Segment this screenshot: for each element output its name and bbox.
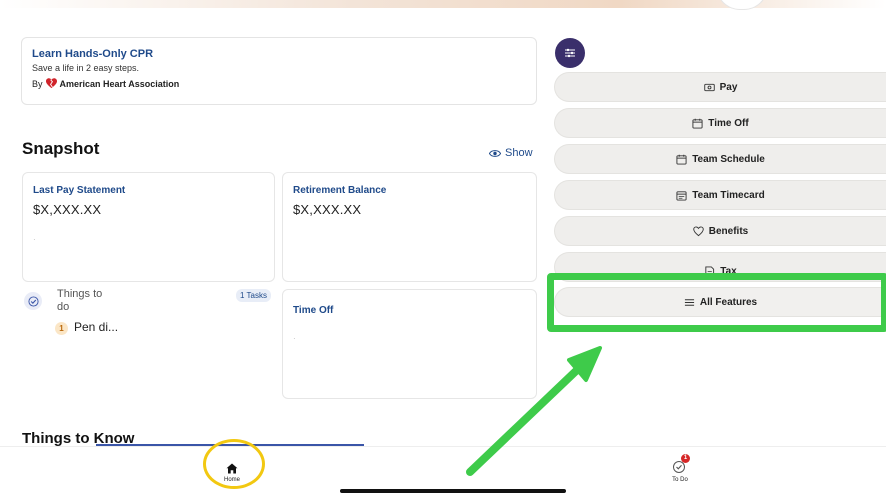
- time-off-label: Time Off: [293, 305, 334, 316]
- tile-placeholder-mark: ·: [293, 334, 296, 343]
- nav-todo-label: To Do: [672, 476, 688, 483]
- menu-item-label: Team Schedule: [692, 153, 765, 165]
- aha-heart-icon: [45, 78, 57, 89]
- promo-subtitle: Save a life in 2 easy steps.: [32, 63, 140, 73]
- checkmark-icon: [24, 292, 42, 310]
- menu-item-label: Tax: [720, 265, 737, 277]
- menu-item-team-schedule[interactable]: Team Schedule: [554, 144, 886, 174]
- home-indicator-bar: [340, 489, 566, 493]
- task-item-text[interactable]: Pen di...: [74, 320, 134, 335]
- bottom-nav: Home 1 To Do: [0, 446, 886, 494]
- retirement-tile[interactable]: Retirement Balance $X,XXX.XX: [282, 172, 537, 282]
- menu-collapse-button[interactable]: [555, 38, 585, 68]
- calendar-icon: [692, 118, 703, 129]
- retirement-value: $X,XXX.XX: [293, 202, 362, 217]
- retirement-label: Retirement Balance: [293, 185, 387, 196]
- eye-icon: [489, 149, 501, 157]
- menu-item-label: Team Timecard: [692, 189, 765, 201]
- menu-item-label: All Features: [699, 296, 758, 308]
- last-pay-tile[interactable]: Last Pay Statement $X,XXX.XX ·: [22, 172, 275, 282]
- todo-count-badge: 1: [681, 453, 690, 463]
- time-off-tile[interactable]: Time Off ·: [282, 289, 537, 399]
- money-icon: [703, 83, 715, 91]
- menu-item-team-timecard[interactable]: Team Timecard: [554, 180, 886, 210]
- nav-todo-tab[interactable]: 1 To Do: [662, 453, 698, 487]
- menu-item-label: Benefits: [708, 225, 749, 237]
- calendar-icon: [676, 154, 687, 165]
- show-label: Show: [505, 147, 533, 159]
- snapshot-heading: Snapshot: [22, 139, 100, 158]
- menu-item-pay[interactable]: Pay: [554, 72, 886, 102]
- last-pay-label: Last Pay Statement: [33, 185, 126, 196]
- cpr-promo-card[interactable]: Learn Hands-Only CPR Save a life in 2 ea…: [21, 37, 537, 105]
- document-icon: [705, 265, 715, 277]
- nav-home-tab[interactable]: Home: [214, 457, 250, 489]
- task-number-badge: 1: [55, 322, 68, 335]
- things-to-do-title: Things to do: [57, 288, 103, 313]
- things-to-do-card[interactable]: Things to do 1 Tasks 1 Pen di...: [22, 286, 275, 396]
- tasks-count-badge: 1 Tasks: [236, 289, 271, 302]
- promo-by-label: By: [32, 78, 43, 89]
- menu-item-label: Time Off: [708, 117, 749, 129]
- menu-item-benefits[interactable]: Benefits: [554, 216, 886, 246]
- menu-item-tax[interactable]: Tax: [554, 252, 886, 282]
- menu-item-all-features[interactable]: All Features: [554, 287, 886, 317]
- sliders-icon: [565, 48, 575, 58]
- menu-item-label: Pay: [719, 81, 738, 93]
- list-icon: [684, 298, 694, 306]
- promo-title: Learn Hands-Only CPR: [32, 48, 154, 60]
- timecard-icon: [676, 190, 687, 201]
- promo-sponsor: American Heart Association: [59, 78, 180, 89]
- last-pay-value: $X,XXX.XX: [33, 202, 102, 217]
- home-icon: [226, 463, 238, 474]
- show-values-toggle[interactable]: Show: [489, 147, 533, 159]
- tile-placeholder-mark: ·: [33, 235, 36, 244]
- nav-home-label: Home: [223, 477, 240, 483]
- heart-icon: [693, 225, 704, 236]
- promo-sponsor-line: By American Heart Association: [32, 78, 526, 89]
- menu-item-time-off[interactable]: Time Off: [554, 108, 886, 138]
